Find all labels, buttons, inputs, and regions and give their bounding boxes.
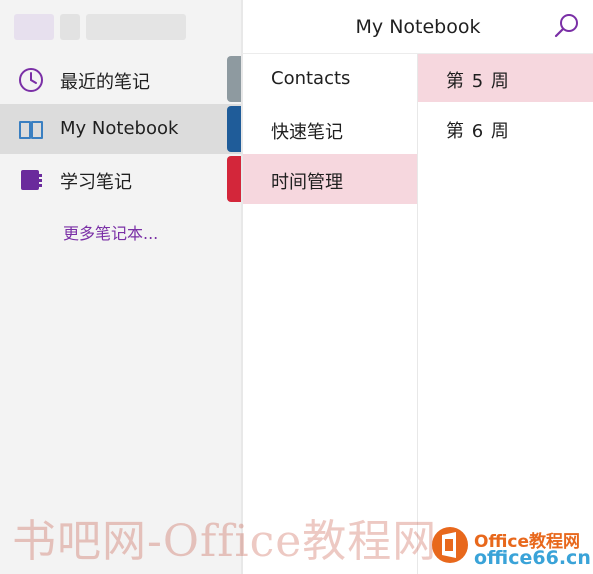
- page-item-week-6[interactable]: 第 6 周: [418, 104, 593, 152]
- search-icon[interactable]: [553, 12, 581, 40]
- account-email-blurred: [86, 14, 186, 40]
- notebook-item-label: 最近的笔记: [60, 72, 150, 93]
- section-item-label: 快速笔记: [271, 122, 343, 143]
- notebook-icon: [19, 121, 43, 139]
- section-item-quick-notes[interactable]: 快速笔记: [243, 104, 419, 154]
- page-item-label: 第 5 周: [446, 71, 510, 92]
- account-avatar-blurred: [14, 14, 54, 40]
- watermark-text: 书吧网-Office教程网: [12, 516, 438, 567]
- notebook-item-study-notes[interactable]: 学习笔记: [0, 154, 241, 204]
- header-bar: My Notebook: [241, 0, 593, 54]
- notebook-item-recent[interactable]: 最近的笔记: [0, 54, 241, 104]
- section-item-label: Contacts: [271, 68, 351, 89]
- office-logo-icon: [432, 527, 468, 563]
- notebook-color-tab: [227, 56, 241, 102]
- notebook-purple-icon: [21, 170, 42, 190]
- section-item-contacts[interactable]: Contacts: [243, 54, 419, 104]
- notebook-list-pane: 最近的笔记 My Notebook 学习笔记 更多笔记本...: [0, 0, 241, 574]
- account-bar[interactable]: [0, 0, 241, 54]
- notebook-item-label: 学习笔记: [60, 172, 132, 193]
- notebook-color-tab: [227, 156, 241, 202]
- page-list-pane: 第 5 周 第 6 周: [417, 54, 593, 574]
- section-item-time-management[interactable]: 时间管理: [243, 154, 419, 204]
- section-list-pane: Contacts 快速笔记 时间管理: [241, 54, 419, 574]
- page-title: My Notebook: [355, 16, 481, 38]
- clock-icon: [19, 68, 43, 92]
- page-item-label: 第 6 周: [446, 121, 510, 142]
- more-notebooks-link[interactable]: 更多笔记本...: [63, 220, 158, 244]
- watermark-url: office66.cn: [474, 547, 591, 569]
- notebook-color-tab: [227, 106, 241, 152]
- section-item-label: 时间管理: [271, 172, 343, 193]
- page-item-week-5[interactable]: 第 5 周: [418, 54, 593, 102]
- notebook-item-label: My Notebook: [60, 118, 179, 139]
- account-name-blurred: [60, 14, 80, 40]
- notebook-item-my-notebook[interactable]: My Notebook: [0, 104, 241, 154]
